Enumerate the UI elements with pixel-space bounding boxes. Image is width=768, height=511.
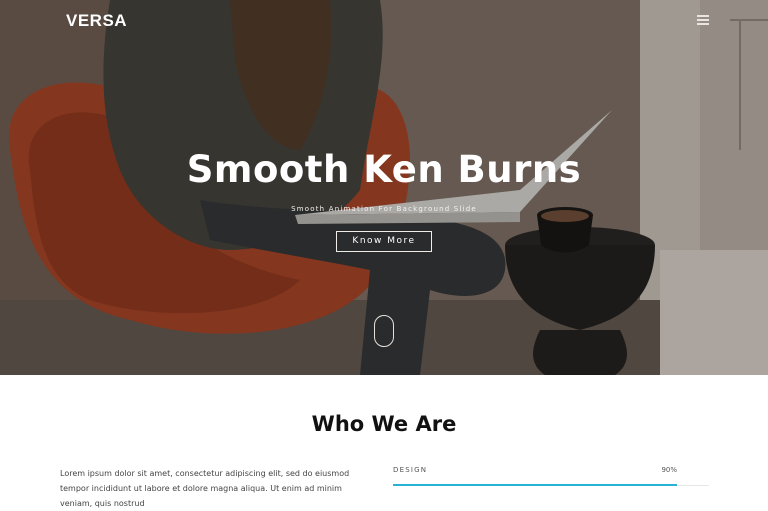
site-logo[interactable]: VERSA [66,11,127,31]
hero-section: VERSA Smooth Ken Burns Smooth Animation … [0,0,768,375]
skill-bar-fill [393,484,678,486]
about-paragraph: Lorem ipsum dolor sit amet, consectetur … [60,469,350,508]
mouse-scroll-icon[interactable] [374,315,394,347]
section-title-who-we-are: Who We Are [311,412,457,436]
hamburger-icon[interactable] [697,15,709,25]
top-navbar: VERSA [0,0,768,40]
know-more-button[interactable]: Know More [336,231,432,252]
skill-bar-design: DESIGN 90% [393,466,709,486]
hero-title: Smooth Ken Burns [186,148,582,191]
skill-percent: 90% [661,466,677,474]
hero-subtitle: Smooth Animation For Background Slide [291,205,477,213]
